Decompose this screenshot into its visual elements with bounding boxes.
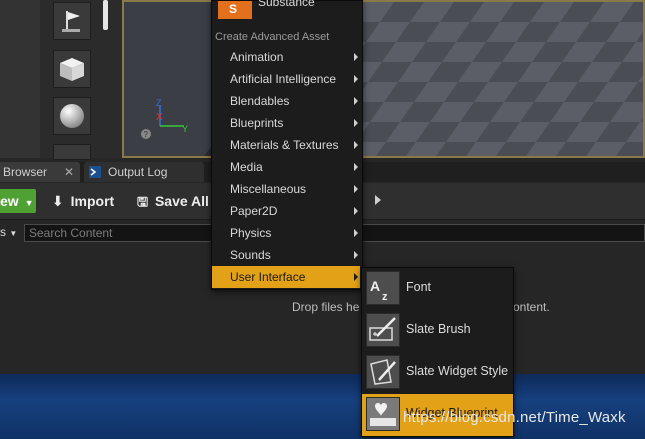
filters-button[interactable]: s ▼: [0, 225, 17, 239]
submenu-arrow-icon: [354, 75, 358, 83]
slate-brush-icon: [366, 313, 400, 347]
submenu-item-label: Font: [406, 280, 432, 294]
submenu-item-label: Slate Widget Style: [406, 364, 509, 378]
menu-item-substance[interactable]: S Substance: [212, 0, 360, 27]
submenu-arrow-icon: [354, 185, 358, 193]
svg-text:Z: Z: [156, 98, 162, 108]
tab-content-browser[interactable]: Browser ✕: [0, 162, 80, 182]
sphere-icon: [60, 104, 84, 128]
menu-item-user-interface[interactable]: User Interface: [212, 266, 360, 288]
filters-label: s: [0, 225, 6, 239]
add-new-button[interactable]: ew ▼: [0, 189, 36, 213]
submenu-arrow-icon: [354, 53, 358, 61]
flag-actor-thumb[interactable]: [53, 2, 91, 40]
menu-item-label: Paper2D: [230, 204, 278, 218]
submenu-arrow-icon: [354, 97, 358, 105]
submenu-arrow-icon: [354, 119, 358, 127]
menu-item-label: Artificial Intelligence: [230, 72, 337, 86]
widget-blueprint-icon: [366, 397, 400, 431]
menu-item-label: Substance: [258, 0, 315, 9]
submenu-item-slate-brush[interactable]: Slate Brush: [362, 310, 513, 352]
submenu-arrow-icon: [354, 163, 358, 171]
svg-text:A: A: [370, 278, 380, 294]
menu-item-artificial-intelligence[interactable]: Artificial Intelligence: [212, 68, 360, 90]
font-az-icon: A z: [366, 271, 400, 305]
menu-item-label: Physics: [230, 226, 272, 240]
menu-item-label: Blendables: [230, 94, 290, 108]
menu-item-label: Sounds: [230, 248, 271, 262]
submenu-arrow-icon: [354, 141, 358, 149]
menu-item-physics[interactable]: Physics: [212, 222, 360, 244]
drop-hint-left: Drop files he: [292, 300, 360, 314]
submenu-arrow-icon: [354, 207, 358, 215]
menu-item-label: Media: [230, 160, 263, 174]
menu-item-media[interactable]: Media: [212, 156, 360, 178]
level-viewport[interactable]: Z X Y ?: [122, 0, 645, 158]
submenu-item-label: Slate Brush: [406, 322, 471, 336]
sphere-actor-thumb[interactable]: [53, 97, 91, 135]
submenu-item-slate-widget-style[interactable]: Slate Widget Style: [362, 352, 513, 394]
menu-item-materials-textures[interactable]: Materials & Textures: [212, 134, 360, 156]
import-label: Import: [70, 193, 115, 209]
cube-icon: [60, 58, 84, 81]
save-all-button[interactable]: 🖫 Save All: [137, 189, 209, 213]
svg-text:Y: Y: [182, 124, 188, 134]
submenu-arrow-icon: [354, 229, 358, 237]
menu-item-blueprints[interactable]: Blueprints: [212, 112, 360, 134]
help-icon[interactable]: ?: [140, 128, 152, 140]
tab-label: Browser: [3, 165, 48, 179]
submenu-item-font[interactable]: A z Font: [362, 268, 513, 310]
save-icon: 🖫: [137, 194, 149, 209]
svg-text:z: z: [382, 291, 388, 303]
menu-item-animation[interactable]: Animation: [212, 46, 360, 68]
menu-item-miscellaneous[interactable]: Miscellaneous: [212, 178, 360, 200]
scrollbar[interactable]: [103, 0, 108, 30]
chevron-down-icon: ▼: [24, 198, 34, 208]
cube-actor-thumb[interactable]: [53, 50, 91, 88]
svg-text:?: ?: [144, 130, 149, 139]
menu-item-label: Blueprints: [230, 116, 284, 130]
menu-section-header: Create Advanced Asset: [215, 31, 330, 43]
axis-gizmo-icon: Z X Y: [156, 98, 188, 134]
tab-output-log[interactable]: Output Log: [84, 162, 204, 182]
desktop-background: [0, 374, 645, 439]
menu-item-label: Miscellaneous: [230, 182, 307, 196]
chevron-down-icon: ▼: [9, 229, 18, 238]
menu-item-label: Materials & Textures: [230, 138, 339, 152]
menu-item-label: Animation: [230, 50, 284, 64]
save-all-label: Save All: [154, 193, 209, 209]
output-log-icon: [89, 166, 101, 178]
chevron-right-icon[interactable]: [375, 195, 381, 205]
import-button[interactable]: ⬇ Import: [52, 189, 114, 213]
close-icon[interactable]: ✕: [64, 162, 74, 182]
place-category-strip: [0, 0, 40, 158]
tab-label: Output Log: [108, 165, 168, 179]
menu-item-blendables[interactable]: Blendables: [212, 90, 360, 112]
download-icon: ⬇: [52, 193, 64, 209]
drop-hint-right: ontent.: [513, 300, 550, 314]
menu-item-paper2d[interactable]: Paper2D: [212, 200, 360, 222]
svg-text:X: X: [156, 112, 163, 123]
add-new-label: ew: [0, 193, 19, 209]
submenu-arrow-icon: [354, 251, 358, 259]
cylinder-actor-thumb[interactable]: [53, 144, 91, 160]
submenu-arrow-icon: [354, 273, 358, 281]
substance-icon: S: [218, 1, 252, 19]
watermark-text: https://blog.csdn.net/Time_Waxk: [403, 409, 626, 426]
viewport-floor: [124, 2, 643, 156]
flag-icon: [62, 11, 80, 32]
slate-widget-style-icon: [366, 355, 400, 389]
create-asset-menu: S Substance Create Advanced Asset Animat…: [211, 0, 363, 290]
menu-item-label: User Interface: [230, 270, 306, 284]
menu-item-sounds[interactable]: Sounds: [212, 244, 360, 266]
